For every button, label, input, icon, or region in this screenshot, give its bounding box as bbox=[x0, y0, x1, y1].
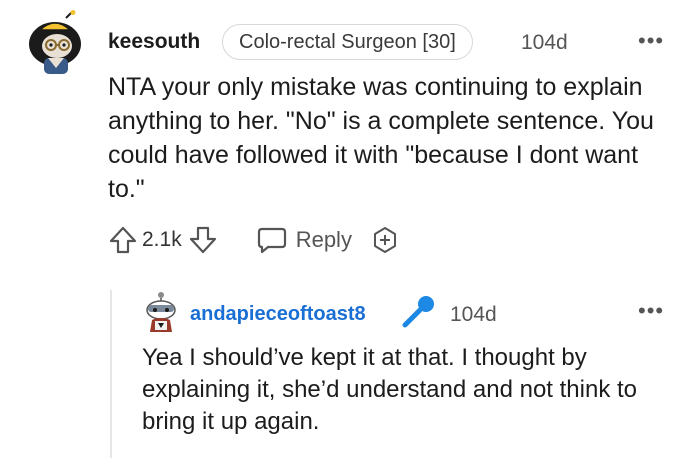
comment-username[interactable]: keesouth bbox=[108, 30, 200, 54]
downvote-arrow-icon bbox=[189, 226, 216, 254]
vote-score: 2.1k bbox=[142, 228, 182, 251]
snoo-avatar-icon bbox=[29, 10, 81, 74]
reply-more-options-button[interactable]: ••• bbox=[638, 298, 664, 324]
snoo-avatar-icon bbox=[146, 292, 176, 332]
reply-timestamp: 104d bbox=[450, 303, 497, 326]
upvote-arrow-icon bbox=[109, 226, 137, 254]
microphone-icon bbox=[398, 294, 438, 330]
reply-body: Yea I should’ve kept it at that. I thoug… bbox=[142, 344, 638, 435]
comment-timestamp: 104d bbox=[521, 31, 568, 54]
reply-button[interactable]: Reply bbox=[256, 225, 352, 255]
speech-bubble-icon bbox=[257, 227, 286, 254]
thread-line[interactable] bbox=[110, 290, 112, 458]
upvote-button[interactable] bbox=[108, 225, 138, 255]
award-button[interactable] bbox=[370, 225, 400, 255]
comment-more-options-button[interactable]: ••• bbox=[638, 28, 664, 54]
downvote-button[interactable] bbox=[188, 225, 218, 255]
user-flair-badge: Colo-rectal Surgeon [30] bbox=[222, 24, 473, 60]
reply-label: Reply bbox=[295, 227, 352, 252]
reply-username[interactable]: andapieceoftoast8 bbox=[190, 303, 366, 326]
comment-action-bar: 2.1k Reply bbox=[108, 223, 400, 257]
reply-avatar[interactable] bbox=[140, 290, 182, 334]
award-plus-icon bbox=[373, 227, 396, 253]
comment-body: NTA your only mistake was continuing to … bbox=[108, 73, 654, 203]
avatar[interactable] bbox=[22, 10, 88, 76]
